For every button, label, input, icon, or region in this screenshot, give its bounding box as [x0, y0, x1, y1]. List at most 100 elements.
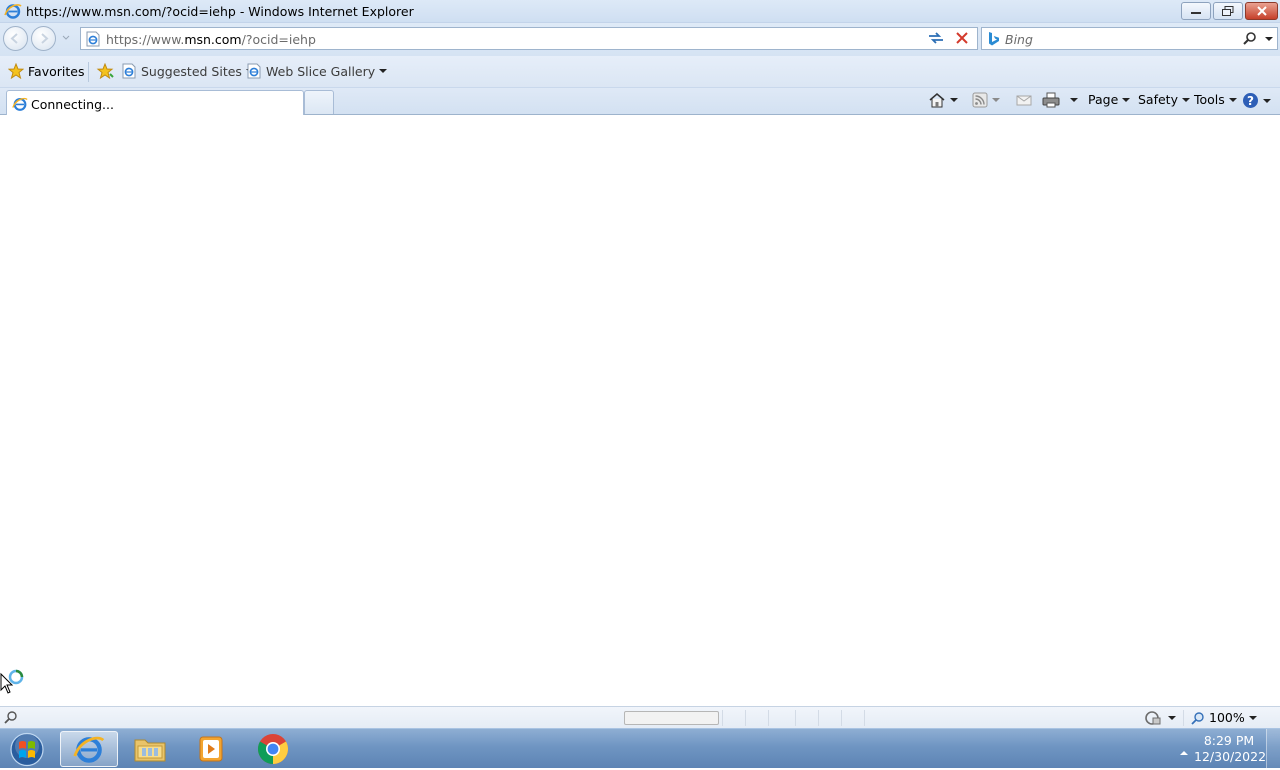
tools-menu-label: Tools: [1194, 92, 1225, 107]
taskbar: 8:29 PM 12/30/2022: [0, 728, 1280, 769]
favorites-label: Favorites: [28, 63, 85, 79]
svg-text:?: ?: [1247, 94, 1254, 108]
zoom-level: 100%: [1209, 710, 1245, 725]
status-separator: [818, 710, 819, 726]
chevron-down-icon: [62, 35, 70, 40]
address-suffix: /?ocid=iehp: [241, 32, 316, 47]
chevron-up-icon: [1180, 751, 1188, 755]
tab-bar: Connecting... Page Safety Tools ?: [0, 88, 1280, 117]
taskbar-windows-explorer[interactable]: [121, 731, 179, 767]
navigation-bar: https://www.msn.com/?ocid=iehp Bing: [0, 23, 1280, 56]
zoom-level-button[interactable]: 100%: [1191, 710, 1245, 725]
address-text[interactable]: https://www.msn.com/?ocid=iehp: [106, 32, 316, 47]
suggested-sites-label: Suggested Sites: [141, 63, 242, 79]
web-slice-gallery-label: Web Slice Gallery: [266, 63, 376, 79]
status-separator: [768, 710, 769, 726]
status-separator: [841, 710, 842, 726]
chevron-down-icon[interactable]: [992, 98, 1000, 102]
search-placeholder: Bing: [1005, 32, 1033, 47]
web-slice-gallery-button[interactable]: Web Slice Gallery: [246, 63, 388, 79]
safety-menu[interactable]: Safety: [1138, 92, 1190, 107]
refresh-button[interactable]: [925, 30, 947, 46]
tab-active[interactable]: Connecting...: [6, 90, 304, 117]
refresh-icon: [929, 32, 943, 44]
feeds-button[interactable]: [972, 92, 1000, 108]
start-button[interactable]: [7, 732, 47, 767]
internet-explorer-icon: [4, 3, 22, 22]
restore-button[interactable]: [1213, 2, 1243, 20]
star-icon: [8, 63, 24, 79]
address-domain: msn.com: [184, 32, 242, 47]
zoom-icon: [1191, 711, 1204, 725]
suggested-sites-button[interactable]: Suggested Sites: [121, 63, 254, 79]
add-to-favorites-bar-button[interactable]: [96, 63, 114, 79]
media-player-icon: [199, 736, 223, 762]
zoom-dropdown-chevron-icon[interactable]: [1249, 716, 1257, 720]
page-content[interactable]: [0, 115, 1280, 706]
print-button[interactable]: [1042, 92, 1078, 108]
chevron-down-icon: [379, 69, 388, 73]
chevron-down-icon: [1168, 716, 1176, 720]
address-bar[interactable]: https://www.msn.com/?ocid=iehp: [80, 27, 998, 50]
read-mail-button[interactable]: [1016, 92, 1032, 108]
status-separator: [745, 710, 746, 726]
recent-pages-dropdown[interactable]: [61, 32, 71, 44]
status-bar: 100%: [0, 706, 1280, 728]
search-icon[interactable]: [1242, 31, 1258, 50]
internet-explorer-icon: [73, 736, 105, 763]
system-clock[interactable]: 8:29 PM 12/30/2022: [1194, 733, 1266, 765]
favorites-button[interactable]: Favorites: [8, 63, 84, 79]
back-button[interactable]: [3, 26, 28, 51]
search-options-dropdown[interactable]: [1264, 33, 1274, 48]
title-bar: https://www.msn.com/?ocid=iehp - Windows…: [0, 0, 1280, 23]
tools-menu[interactable]: Tools: [1194, 92, 1237, 107]
new-tab-button[interactable]: [304, 90, 334, 114]
restore-icon: [1222, 6, 1234, 16]
tab-title: Connecting...: [31, 97, 114, 112]
home-button[interactable]: [928, 92, 958, 108]
search-box[interactable]: Bing: [981, 27, 1278, 50]
minimize-button[interactable]: [1181, 2, 1211, 20]
page-icon: [85, 31, 101, 50]
show-desktop-button[interactable]: [1266, 729, 1280, 769]
stop-icon: [956, 32, 968, 44]
chrome-icon: [257, 734, 289, 764]
chevron-down-icon[interactable]: [950, 98, 958, 102]
page-menu[interactable]: Page: [1088, 92, 1131, 107]
bing-icon: [987, 31, 1001, 50]
page-menu-label: Page: [1088, 92, 1119, 107]
windows-logo-icon: [10, 732, 44, 767]
back-arrow-icon: [10, 33, 18, 44]
taskbar-media-player[interactable]: [182, 731, 240, 767]
chevron-down-icon: [1122, 97, 1131, 102]
clock-time: 8:29 PM: [1203, 733, 1255, 748]
rss-icon: [972, 92, 988, 108]
printer-icon: [1042, 92, 1060, 108]
chevron-down-icon: [1228, 97, 1237, 102]
taskbar-internet-explorer[interactable]: [60, 731, 118, 767]
home-icon: [929, 93, 945, 108]
internet-explorer-page-icon: [122, 63, 136, 79]
forward-arrow-icon: [41, 33, 49, 44]
status-separator: [1183, 710, 1184, 726]
show-hidden-icons-button[interactable]: [1179, 746, 1189, 760]
taskbar-google-chrome[interactable]: [244, 731, 302, 767]
add-favorite-star-icon: [96, 63, 114, 79]
protected-mode-button[interactable]: [1144, 710, 1176, 726]
window-title: https://www.msn.com/?ocid=iehp - Windows…: [26, 4, 414, 19]
address-prefix: https://www.: [106, 32, 185, 47]
close-button[interactable]: [1245, 2, 1278, 20]
status-separator: [864, 710, 865, 726]
stop-button[interactable]: [951, 30, 973, 46]
search-icon: [3, 710, 19, 729]
favorites-bar: Favorites Suggested Sites Web Slice Gall…: [0, 56, 1280, 88]
forward-button[interactable]: [31, 26, 56, 51]
close-icon: [1256, 6, 1267, 16]
busy-cursor-icon: [0, 668, 28, 699]
chevron-down-icon: [1265, 37, 1273, 41]
page-load-progress-bar: [624, 711, 719, 725]
help-button[interactable]: ?: [1242, 92, 1271, 109]
protected-mode-icon: [1145, 711, 1161, 725]
chevron-down-icon[interactable]: [1070, 98, 1078, 102]
chevron-down-icon: [1181, 97, 1190, 102]
